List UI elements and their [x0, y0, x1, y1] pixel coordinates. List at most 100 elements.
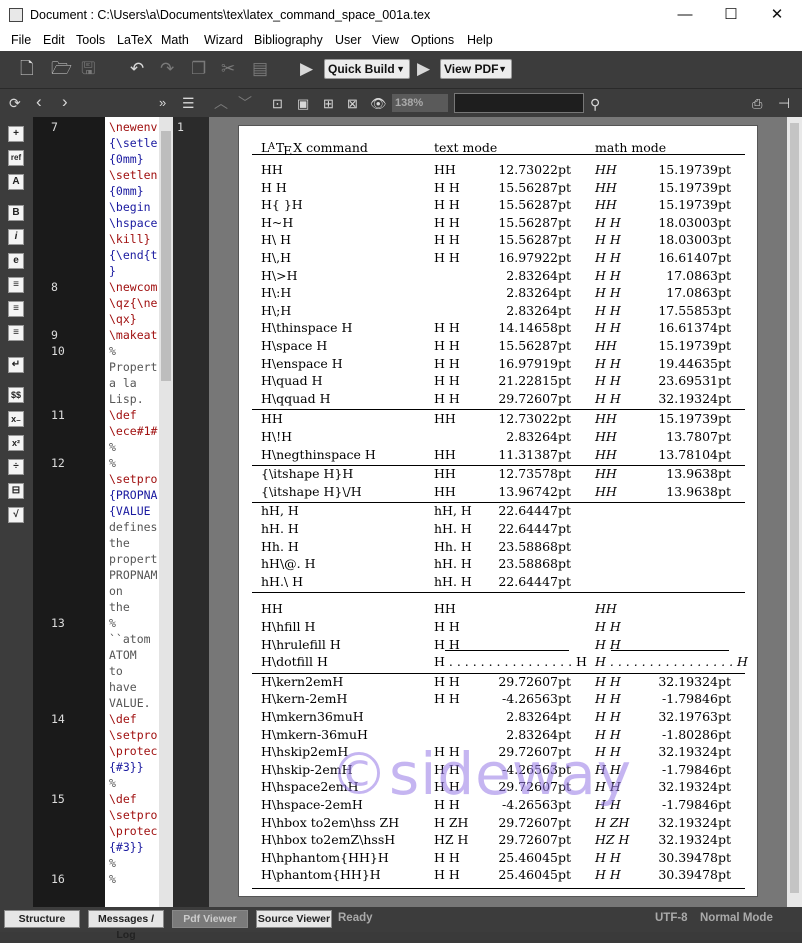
- dfrac-icon[interactable]: ⊟: [8, 483, 24, 499]
- code-line: to: [109, 664, 123, 678]
- pdf-scrollbar-thumb[interactable]: [790, 123, 799, 893]
- menu-help[interactable]: Help: [467, 33, 493, 47]
- editor-scrollbar-thumb[interactable]: [161, 131, 171, 381]
- maximize-button[interactable]: ☐: [708, 4, 754, 26]
- math-mode-icon[interactable]: $$: [8, 387, 24, 403]
- copy-icon[interactable]: ❐: [191, 59, 206, 79]
- collapse-icon[interactable]: ⊣: [778, 93, 790, 113]
- page-up-icon[interactable]: ︿: [214, 93, 228, 113]
- tab-source-viewer[interactable]: Source Viewer: [256, 910, 332, 928]
- table-cell-mpt: 15.19739pt: [658, 338, 731, 353]
- table-cell-cmd: H\hbox to2em\hss ZH: [261, 814, 400, 830]
- zoom-fit-icon[interactable]: ⊞: [323, 94, 334, 114]
- menu-wizard[interactable]: Wizard: [204, 33, 243, 47]
- table-cell-cmd: H\enspace H: [261, 355, 343, 371]
- table-cell-mpt: 15.19739pt: [658, 197, 731, 213]
- align-right-icon[interactable]: ≡: [8, 325, 24, 341]
- tab-structure[interactable]: Structure: [4, 910, 80, 928]
- table-cell-cmd: {\itshape H}H: [261, 466, 354, 482]
- page-down-icon[interactable]: ﹀: [238, 93, 252, 113]
- fit-page-icon[interactable]: ▣: [297, 94, 309, 114]
- code-line: {0mm}: [109, 152, 144, 166]
- app-icon: [9, 8, 23, 22]
- menu-latex[interactable]: LaTeX: [117, 33, 152, 47]
- table-cell-mpt: 32.19324pt: [658, 832, 731, 848]
- menu-view[interactable]: View: [372, 33, 399, 47]
- table-cell-txt: HH: [434, 411, 456, 427]
- find-input[interactable]: [454, 93, 584, 113]
- code-line: Lisp.: [109, 392, 144, 406]
- table-cell-tpt: 14.14658pt: [498, 320, 571, 336]
- subscript-icon[interactable]: x₋: [8, 411, 24, 427]
- table-cell-txt: hH. H: [434, 573, 472, 589]
- menu-math[interactable]: Math: [161, 33, 189, 47]
- table-cell-txt: H H: [434, 849, 460, 865]
- menu-bibliography[interactable]: Bibliography: [254, 33, 323, 47]
- open-file-icon[interactable]: 🗁: [51, 59, 72, 79]
- run-build-icon[interactable]: ▶: [300, 59, 313, 79]
- view-run-icon[interactable]: ▶: [417, 59, 430, 79]
- sync-icon[interactable]: ⟳: [9, 93, 21, 113]
- close-button[interactable]: ✕: [754, 4, 800, 26]
- emphasis-icon[interactable]: e: [8, 253, 24, 269]
- back-arrow-icon[interactable]: ‹: [36, 92, 42, 112]
- menu-file[interactable]: File: [11, 33, 31, 47]
- table-cell-mpt: 17.0863pt: [666, 285, 731, 301]
- save-icon[interactable]: 🖫: [81, 59, 95, 79]
- superscript-icon[interactable]: x²: [8, 435, 24, 451]
- table-cell-mth: H H: [595, 390, 621, 406]
- line-number: 16: [51, 872, 65, 886]
- line-number: 9: [51, 328, 58, 342]
- minimize-button[interactable]: —: [662, 4, 708, 26]
- table-cell-cmd: hH. H: [261, 521, 299, 536]
- code-line: \begin: [109, 200, 151, 214]
- font-size-icon[interactable]: A: [8, 174, 24, 190]
- table-cell-cmd: H\ H: [261, 232, 291, 248]
- zoom-out-icon[interactable]: ⊠: [347, 94, 358, 114]
- code-editor[interactable]: \newenv {\setle {0mm} \setlen {0mm} \begin \hs…: [105, 117, 159, 907]
- fraction-icon[interactable]: ÷: [8, 459, 24, 475]
- structure-toggle-icon[interactable]: ☰: [182, 93, 195, 113]
- code-line: {PROPNA: [109, 488, 158, 502]
- italic-icon[interactable]: i: [8, 229, 24, 245]
- viewer-select[interactable]: View PDF ▼: [440, 59, 512, 79]
- undo-icon[interactable]: ↶: [130, 59, 144, 79]
- cut-icon[interactable]: ✂: [221, 59, 235, 79]
- tab-messages-log[interactable]: Messages / Log: [88, 910, 164, 941]
- menu-user[interactable]: User: [335, 33, 361, 47]
- paste-icon[interactable]: ▤: [252, 59, 268, 79]
- zoom-level[interactable]: 138%: [392, 94, 448, 112]
- editor-line-gutter: 7 8 9 10 11 12 13 14 15 16: [33, 117, 105, 907]
- print-icon[interactable]: ⎙: [752, 94, 762, 114]
- sqrt-icon[interactable]: √: [8, 507, 24, 523]
- ref-icon[interactable]: ref: [8, 150, 24, 166]
- table-cell-mth: H H: [595, 849, 621, 865]
- align-left-icon[interactable]: ≡: [8, 277, 24, 293]
- newline-icon[interactable]: ↵: [8, 357, 24, 373]
- table-cell-txt: H H: [434, 355, 460, 371]
- table-cell-tpt: 22.64447pt: [498, 503, 571, 519]
- search-icon[interactable]: ⚲: [590, 94, 600, 114]
- watermark: ©sideway: [330, 740, 633, 808]
- bold-icon[interactable]: B: [8, 205, 24, 221]
- align-center-icon[interactable]: ≡: [8, 301, 24, 317]
- menu-options[interactable]: Options: [411, 33, 454, 47]
- pdf-scrollbar[interactable]: [787, 117, 802, 907]
- new-file-icon[interactable]: 🗋: [20, 59, 34, 79]
- fit-width-icon[interactable]: ⊡: [272, 94, 283, 114]
- code-line: Propert: [109, 360, 158, 374]
- build-select[interactable]: Quick Build ▼: [324, 59, 410, 79]
- code-line: \def: [109, 712, 137, 726]
- hrulefill-rule: [445, 649, 569, 651]
- menu-tools[interactable]: Tools: [76, 33, 105, 47]
- menu-edit[interactable]: Edit: [43, 33, 65, 47]
- insert-icon[interactable]: +: [8, 126, 24, 142]
- redo-icon[interactable]: ↷: [160, 59, 174, 79]
- editor-scrollbar[interactable]: [159, 117, 173, 907]
- table-cell-txt: H H: [434, 232, 460, 248]
- expand-icon[interactable]: »: [159, 93, 166, 113]
- tab-pdf-viewer[interactable]: Pdf Viewer: [172, 910, 248, 928]
- forward-arrow-icon[interactable]: ›: [62, 92, 68, 112]
- eye-icon[interactable]: 👁: [370, 94, 387, 114]
- table-cell-txt: HH: [434, 466, 456, 482]
